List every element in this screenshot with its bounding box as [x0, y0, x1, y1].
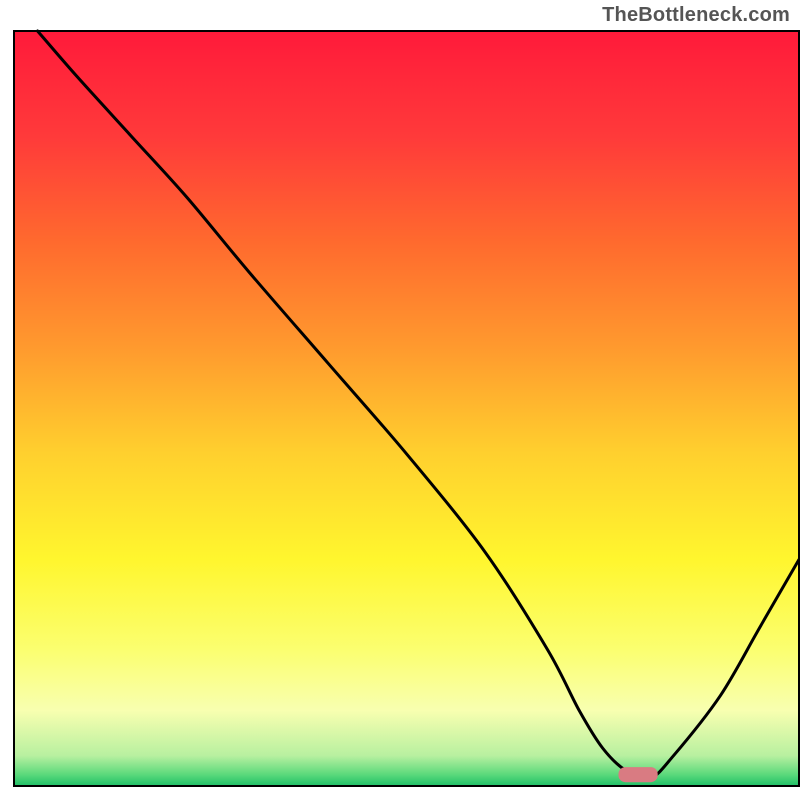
watermark-label: TheBottleneck.com [602, 4, 790, 27]
bottleneck-chart [0, 0, 800, 800]
optimal-marker [618, 767, 657, 782]
chart-container: TheBottleneck.com [0, 0, 800, 800]
plot-background [14, 31, 799, 786]
